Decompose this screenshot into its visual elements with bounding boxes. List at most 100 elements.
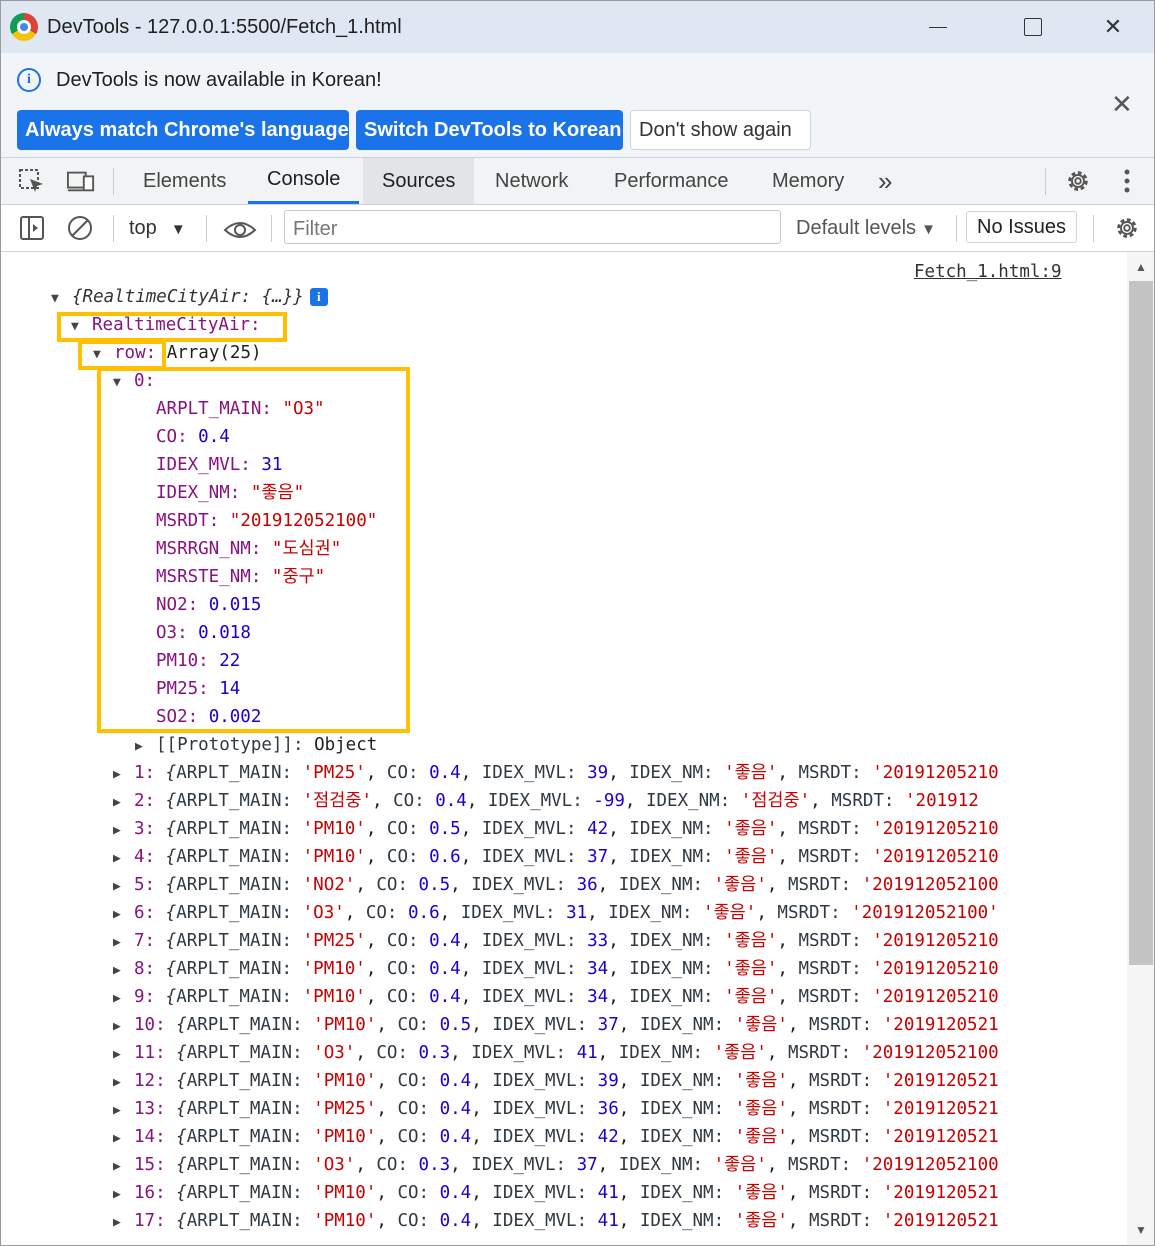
array-row[interactable]: ▶ 5: {ARPLT_MAIN: 'NO2', CO: 0.5, IDEX_MV…	[113, 871, 999, 899]
row-index: 15	[134, 1155, 156, 1175]
more-options-icon[interactable]	[1113, 168, 1141, 194]
expand-triangle-icon[interactable]: ▶	[135, 733, 156, 761]
array-row[interactable]: ▶ 9: {ARPLT_MAIN: 'PM10', CO: 0.4, IDEX_M…	[113, 983, 999, 1011]
tab-memory[interactable]: Memory	[753, 158, 863, 204]
expand-triangle-icon[interactable]: ▶	[113, 817, 134, 845]
idex-mvl-value: 34	[587, 959, 609, 979]
array-row[interactable]: ▶ 14: {ARPLT_MAIN: 'PM10', CO: 0.4, IDEX_…	[113, 1123, 999, 1151]
expand-triangle-icon[interactable]: ▶	[113, 1125, 134, 1153]
msrdt-value: '20191205210	[872, 931, 999, 951]
close-window-button[interactable]: ✕	[1093, 11, 1133, 43]
expand-triangle-icon[interactable]: ▶	[113, 901, 134, 929]
row-value: Array(25)	[166, 343, 262, 363]
always-match-language-button[interactable]: Always match Chrome's language	[17, 110, 349, 150]
expand-triangle-icon[interactable]: ▶	[113, 985, 134, 1013]
row-index: 9	[134, 987, 145, 1007]
array-row[interactable]: ▶ 8: {ARPLT_MAIN: 'PM10', CO: 0.4, IDEX_M…	[113, 955, 999, 983]
idex-mvl-value: 37	[597, 1015, 619, 1035]
expand-triangle-icon[interactable]: ▶	[113, 957, 134, 985]
expand-triangle-icon[interactable]: ▶	[113, 929, 134, 957]
dropdown-arrow-icon: ▼	[921, 221, 936, 238]
expand-triangle-icon[interactable]: ▶	[113, 873, 134, 901]
arplt-main-value: 'O3'	[302, 903, 345, 923]
expand-triangle-icon[interactable]: ▶	[113, 1209, 134, 1237]
idex-mvl-value: 41	[597, 1211, 619, 1231]
expand-triangle-icon[interactable]: ▶	[113, 1097, 134, 1125]
expand-triangle-icon[interactable]: ▶	[113, 845, 134, 873]
co-value: 0.3	[418, 1155, 451, 1175]
switch-to-korean-button[interactable]: Switch DevTools to Korean	[356, 110, 623, 150]
divider	[1045, 168, 1046, 195]
array-row[interactable]: ▶ 3: {ARPLT_MAIN: 'PM10', CO: 0.5, IDEX_M…	[113, 815, 999, 843]
info-badge-icon[interactable]: i	[309, 288, 328, 306]
idex-mvl-value: 37	[576, 1155, 598, 1175]
expand-triangle-icon[interactable]: ▶	[113, 789, 134, 817]
tab-performance[interactable]: Performance	[595, 158, 748, 204]
settings-gear-icon[interactable]	[1064, 168, 1092, 194]
more-tabs-chevron-icon[interactable]: »	[859, 158, 911, 204]
eye-icon[interactable]	[223, 217, 257, 243]
row-index: 1	[134, 763, 145, 783]
tab-network[interactable]: Network	[476, 158, 587, 204]
msrdt-value: '201912052100	[861, 1155, 999, 1175]
dont-show-again-button[interactable]: Don't show again	[630, 110, 811, 150]
prototype-node[interactable]: ▶ [[Prototype]]: Object	[135, 731, 377, 759]
array-row[interactable]: ▶ 1: {ARPLT_MAIN: 'PM25', CO: 0.4, IDEX_M…	[113, 759, 999, 787]
array-row[interactable]: ▶ 2: {ARPLT_MAIN: '점검중', CO: 0.4, IDEX_MV…	[113, 787, 979, 815]
sidebar-toggle-icon[interactable]	[18, 215, 46, 241]
expand-triangle-icon[interactable]: ▶	[113, 1013, 134, 1041]
idex-nm-value: '점검중'	[740, 791, 811, 811]
array-row[interactable]: ▶ 17: {ARPLT_MAIN: 'PM10', CO: 0.4, IDEX_…	[113, 1207, 999, 1235]
array-row[interactable]: ▶ 13: {ARPLT_MAIN: 'PM25', CO: 0.4, IDEX_…	[113, 1095, 999, 1123]
arplt-main-value: 'PM10'	[302, 847, 366, 867]
scrollbar-thumb[interactable]	[1129, 281, 1153, 965]
scroll-down-arrow-icon[interactable]: ▼	[1135, 1223, 1147, 1237]
arplt-main-value: 'PM10'	[313, 1211, 377, 1231]
log-levels-dropdown[interactable]: Default levels ▼	[796, 217, 936, 240]
chrome-logo-icon	[10, 13, 38, 41]
array-row[interactable]: ▶ 11: {ARPLT_MAIN: 'O3', CO: 0.3, IDEX_MV…	[113, 1039, 999, 1067]
msrdt-value: '20191205210	[872, 959, 999, 979]
expand-triangle-icon[interactable]: ▶	[113, 1153, 134, 1181]
device-toolbar-icon[interactable]	[67, 168, 95, 194]
source-link[interactable]: Fetch_1.html:9	[914, 258, 1062, 286]
inspect-element-icon[interactable]	[18, 168, 46, 194]
infobar-close-icon[interactable]: ✕	[1111, 89, 1133, 120]
context-selector[interactable]: top ▼	[129, 217, 186, 240]
scroll-up-arrow-icon[interactable]: ▲	[1135, 260, 1147, 274]
co-value: 0.4	[439, 1099, 472, 1119]
console-settings-gear-icon[interactable]	[1113, 215, 1141, 241]
arplt-main-value: 'PM10'	[313, 1183, 377, 1203]
co-value: 0.6	[429, 847, 461, 867]
idex-mvl-value: 39	[587, 763, 609, 783]
expand-triangle-icon[interactable]: ▶	[113, 761, 134, 789]
filter-input[interactable]: Filter	[284, 210, 781, 244]
tab-sources[interactable]: Sources	[363, 158, 475, 204]
language-infobar: i DevTools is now available in Korean! ✕…	[1, 53, 1154, 158]
tab-elements[interactable]: Elements	[124, 158, 245, 204]
row-index: 14	[134, 1127, 156, 1147]
expand-triangle-icon[interactable]: ▼	[51, 285, 72, 313]
array-row[interactable]: ▶ 15: {ARPLT_MAIN: 'O3', CO: 0.3, IDEX_MV…	[113, 1151, 999, 1179]
expand-triangle-icon[interactable]: ▶	[113, 1041, 134, 1069]
co-value: 0.6	[408, 903, 440, 923]
title-bar: DevTools - 127.0.0.1:5500/Fetch_1.html ✕	[1, 1, 1154, 53]
clear-console-icon[interactable]	[66, 215, 94, 241]
minimize-button[interactable]	[918, 11, 958, 43]
divider	[1093, 215, 1094, 242]
tab-console[interactable]: Console	[248, 158, 360, 204]
expand-triangle-icon[interactable]: ▶	[113, 1181, 134, 1209]
array-row[interactable]: ▶ 6: {ARPLT_MAIN: 'O3', CO: 0.6, IDEX_MVL…	[113, 899, 999, 927]
idex-nm-value: '좋음'	[724, 819, 778, 839]
issues-button[interactable]: No Issues	[966, 211, 1077, 243]
root-object[interactable]: ▼ {RealtimeCityAir: {…}} i	[51, 283, 328, 311]
expand-triangle-icon[interactable]: ▶	[113, 1069, 134, 1097]
array-row[interactable]: ▶ 7: {ARPLT_MAIN: 'PM25', CO: 0.4, IDEX_M…	[113, 927, 999, 955]
arplt-main-value: 'PM10'	[313, 1015, 377, 1035]
array-row[interactable]: ▶ 10: {ARPLT_MAIN: 'PM10', CO: 0.5, IDEX_…	[113, 1011, 999, 1039]
array-row[interactable]: ▶ 16: {ARPLT_MAIN: 'PM10', CO: 0.4, IDEX_…	[113, 1179, 999, 1207]
array-row[interactable]: ▶ 4: {ARPLT_MAIN: 'PM10', CO: 0.6, IDEX_M…	[113, 843, 999, 871]
array-row[interactable]: ▶ 12: {ARPLT_MAIN: 'PM10', CO: 0.4, IDEX_…	[113, 1067, 999, 1095]
arplt-main-value: '점검중'	[302, 791, 372, 811]
maximize-button[interactable]	[1013, 11, 1053, 43]
